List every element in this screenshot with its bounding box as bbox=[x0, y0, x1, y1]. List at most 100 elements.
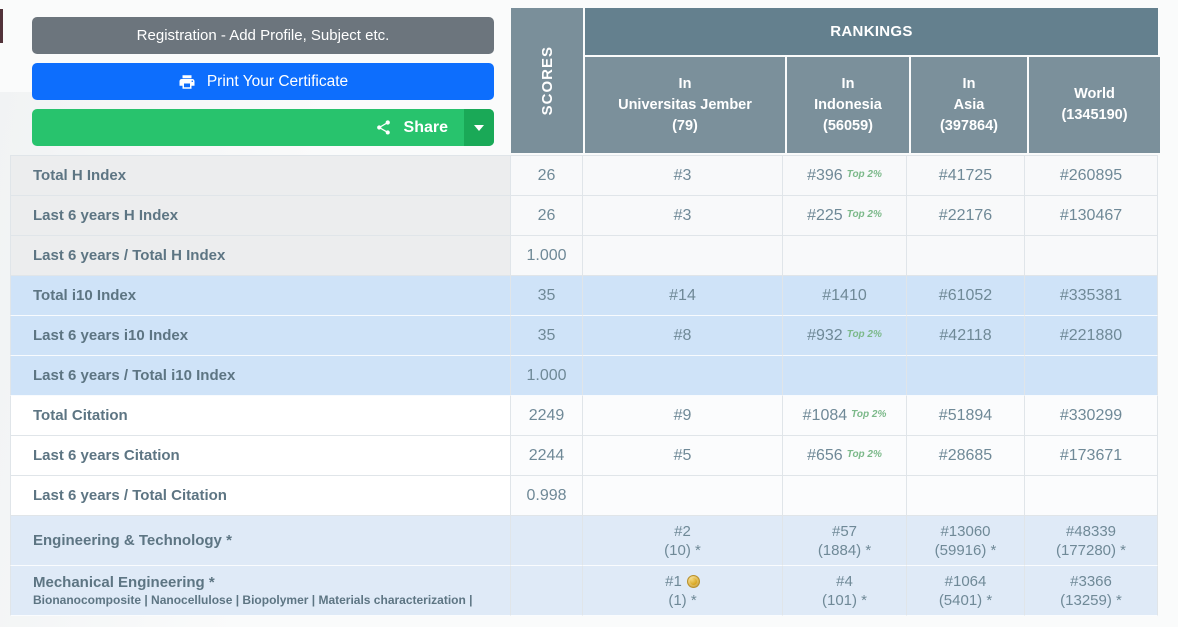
rank-cell bbox=[1025, 476, 1158, 516]
top2-badge: Top 2% bbox=[846, 169, 882, 180]
rank-cell: #5 bbox=[583, 436, 783, 476]
table-row: Total H Index 26 #3 #396 Top 2% #41725 #2… bbox=[10, 156, 1158, 196]
rank-cell: #8 bbox=[583, 316, 783, 356]
gold-medal-icon bbox=[686, 574, 700, 588]
row-label: Total i10 Index bbox=[10, 276, 511, 316]
row-label: Mechanical Engineering * Bionanocomposit… bbox=[10, 566, 511, 616]
table-row: Last 6 years / Total i10 Index 1.000 bbox=[10, 356, 1158, 396]
rank-cell: #225 Top 2% bbox=[783, 196, 907, 236]
table-row: Mechanical Engineering * Bionanocomposit… bbox=[10, 566, 1158, 616]
rank-cell bbox=[1025, 236, 1158, 276]
rank-cell: #1084 Top 2% bbox=[783, 396, 907, 436]
rank-cell: #260895 bbox=[1025, 156, 1158, 196]
score-cell: 35 bbox=[511, 276, 583, 316]
score-cell bbox=[511, 516, 583, 566]
score-cell: 26 bbox=[511, 196, 583, 236]
rank-cell bbox=[907, 356, 1025, 396]
table-body: Total H Index 26 #3 #396 Top 2% #41725 #2… bbox=[10, 155, 1158, 616]
rank-cell: #3 bbox=[583, 196, 783, 236]
rank-cell: #42118 bbox=[907, 316, 1025, 356]
rank-cell: #1 (1) * bbox=[583, 566, 783, 616]
rank-cell: #932 Top 2% bbox=[783, 316, 907, 356]
scores-column-header: SCORES bbox=[511, 8, 583, 153]
row-label: Last 6 years H Index bbox=[10, 196, 511, 236]
row-label: Total Citation bbox=[10, 396, 511, 436]
rank-cell: #4 (101) * bbox=[783, 566, 907, 616]
rank-cell: #9 bbox=[583, 396, 783, 436]
rank-cell: #335381 bbox=[1025, 276, 1158, 316]
table-row: Last 6 years / Total H Index 1.000 bbox=[10, 236, 1158, 276]
row-label: Last 6 years / Total i10 Index bbox=[10, 356, 511, 396]
header-spacer bbox=[10, 8, 511, 155]
rank-cell: #1410 bbox=[783, 276, 907, 316]
score-cell: 35 bbox=[511, 316, 583, 356]
rank-cell bbox=[783, 356, 907, 396]
rankings-header-label: RANKINGS bbox=[830, 23, 913, 41]
rank-cell bbox=[1025, 356, 1158, 396]
rank-cell: #41725 bbox=[907, 156, 1025, 196]
scores-header-label: SCORES bbox=[538, 45, 556, 116]
rank-cell: #22176 bbox=[907, 196, 1025, 236]
rank-cell: #330299 bbox=[1025, 396, 1158, 436]
rank-cell: #61052 bbox=[907, 276, 1025, 316]
rank-cell: #3 bbox=[583, 156, 783, 196]
row-label: Last 6 years i10 Index bbox=[10, 316, 511, 356]
top2-badge: Top 2% bbox=[846, 329, 882, 340]
rank-cell bbox=[907, 476, 1025, 516]
score-cell: 2244 bbox=[511, 436, 583, 476]
table-row: Total Citation 2249 #9 #1084 Top 2% #5189… bbox=[10, 396, 1158, 436]
rank-cell: #656 Top 2% bbox=[783, 436, 907, 476]
score-cell: 1.000 bbox=[511, 236, 583, 276]
rankings-header: RANKINGS bbox=[585, 8, 1158, 56]
column-header-indonesia: In Indonesia (56059) bbox=[785, 57, 909, 153]
top2-badge: Top 2% bbox=[846, 449, 882, 460]
rankings-subheader: In Universitas Jember (79) In Indonesia … bbox=[585, 57, 1160, 153]
row-label: Last 6 years Citation bbox=[10, 436, 511, 476]
rank-cell: #3366 (13259) * bbox=[1025, 566, 1158, 616]
top2-badge: Top 2% bbox=[851, 409, 887, 420]
row-label: Total H Index bbox=[10, 156, 511, 196]
rank-cell: #48339 (177280) * bbox=[1025, 516, 1158, 566]
rank-cell bbox=[907, 236, 1025, 276]
table-row: Last 6 years H Index 26 #3 #225 Top 2% #2… bbox=[10, 196, 1158, 236]
column-header-universitas-jember: In Universitas Jember (79) bbox=[585, 57, 785, 153]
profile-rankings-page: Registration - Add Profile, Subject etc.… bbox=[0, 0, 1178, 627]
rank-cell bbox=[783, 236, 907, 276]
table-header: SCORES RANKINGS In Universitas Jember (7… bbox=[10, 8, 1160, 155]
rank-cell bbox=[583, 236, 783, 276]
table-row: Last 6 years Citation 2244 #5 #656 Top 2%… bbox=[10, 436, 1158, 476]
row-label: Engineering & Technology * bbox=[10, 516, 511, 566]
column-header-asia: In Asia (397864) bbox=[909, 57, 1027, 153]
rank-cell: #2 (10) * bbox=[583, 516, 783, 566]
rank-cell bbox=[583, 476, 783, 516]
rank-cell: #57 (1884) * bbox=[783, 516, 907, 566]
rank-cell: #1064 (5401) * bbox=[907, 566, 1025, 616]
row-sublabel: Bionanocomposite | Nanocellulose | Biopo… bbox=[33, 593, 473, 607]
rank-cell: #130467 bbox=[1025, 196, 1158, 236]
left-edge-artifact bbox=[0, 9, 3, 43]
score-cell: 2249 bbox=[511, 396, 583, 436]
score-cell bbox=[511, 566, 583, 616]
rank-cell: #13060 (59916) * bbox=[907, 516, 1025, 566]
table-row: Engineering & Technology * #2 (10) * #57(… bbox=[10, 516, 1158, 566]
score-cell: 0.998 bbox=[511, 476, 583, 516]
row-label: Last 6 years / Total Citation bbox=[10, 476, 511, 516]
rank-cell bbox=[583, 356, 783, 396]
column-header-world: World (1345190) bbox=[1027, 57, 1160, 153]
rank-cell: #28685 bbox=[907, 436, 1025, 476]
rank-cell: #14 bbox=[583, 276, 783, 316]
score-cell: 1.000 bbox=[511, 356, 583, 396]
table-row: Total i10 Index 35 #14 #1410 #61052 #335… bbox=[10, 276, 1158, 316]
rank-cell: #51894 bbox=[907, 396, 1025, 436]
table-row: Last 6 years i10 Index 35 #8 #932 Top 2% … bbox=[10, 316, 1158, 356]
row-label: Last 6 years / Total H Index bbox=[10, 236, 511, 276]
score-cell: 26 bbox=[511, 156, 583, 196]
rank-cell: #396 Top 2% bbox=[783, 156, 907, 196]
rank-cell: #221880 bbox=[1025, 316, 1158, 356]
rankings-header-block: RANKINGS In Universitas Jember (79) In I… bbox=[583, 8, 1160, 153]
table-row: Last 6 years / Total Citation 0.998 bbox=[10, 476, 1158, 516]
rankings-table: SCORES RANKINGS In Universitas Jember (7… bbox=[10, 8, 1160, 616]
rank-cell bbox=[783, 476, 907, 516]
rank-cell: #173671 bbox=[1025, 436, 1158, 476]
top2-badge: Top 2% bbox=[846, 209, 882, 220]
